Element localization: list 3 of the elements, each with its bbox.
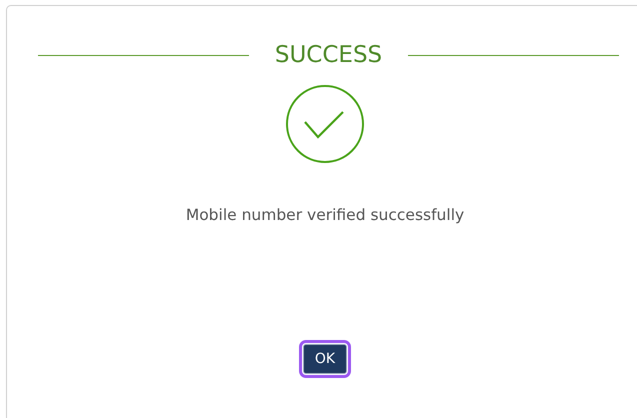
message-text: Mobile number verified successfully (184, 206, 466, 224)
check-circle-icon (285, 84, 365, 164)
dialog-title: SUCCESS (274, 42, 382, 68)
